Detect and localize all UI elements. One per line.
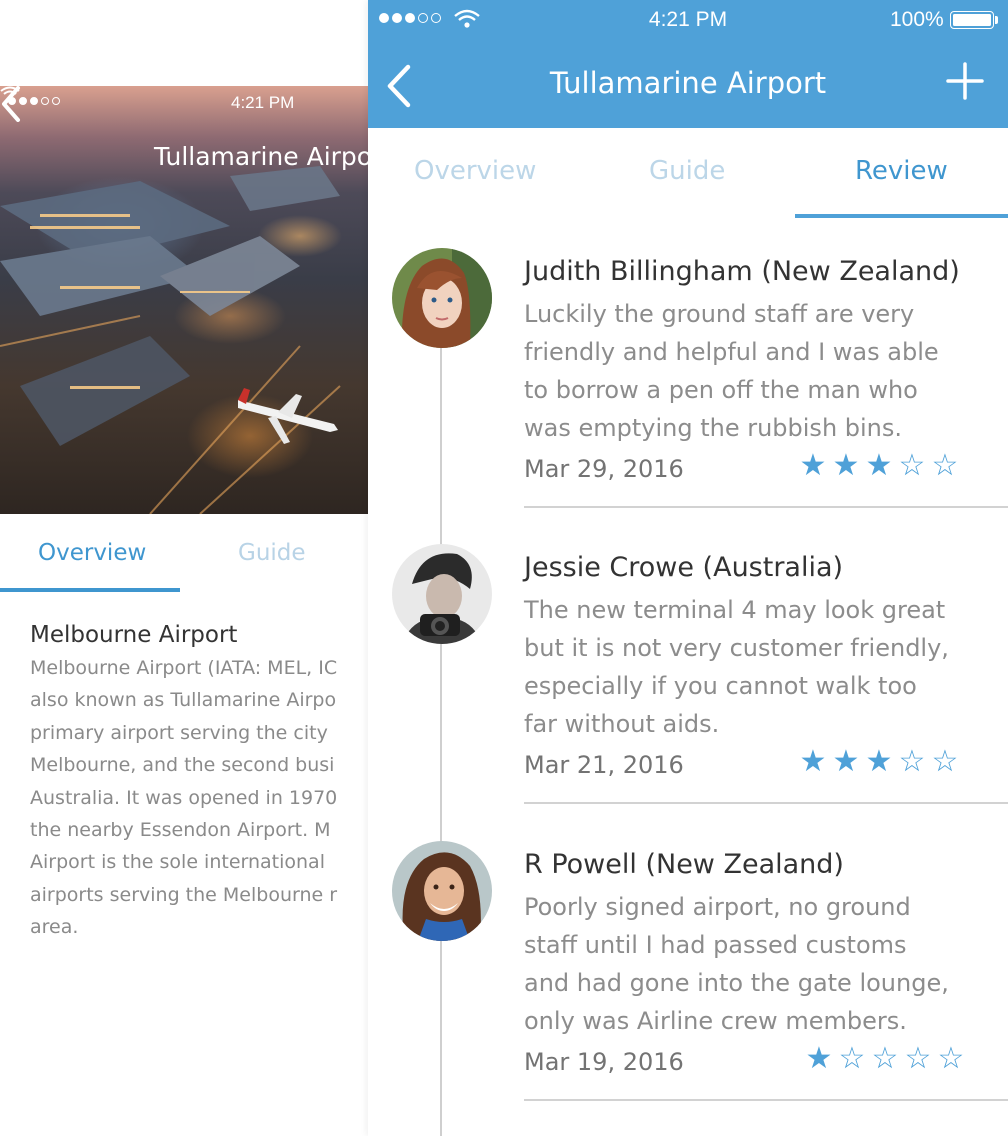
airport-hero-image: 4:21 PM Tullamarine Airport	[0, 86, 368, 514]
review-date: Mar 21, 2016	[524, 751, 684, 779]
star-rating: ★ ★ ★ ☆ ☆	[798, 747, 960, 777]
reviewer-name: Judith Billingham (New Zealand)	[524, 256, 960, 287]
tab-guide[interactable]: Guide	[238, 540, 306, 566]
tab-review[interactable]: Review	[855, 156, 948, 186]
avatar[interactable]	[392, 248, 492, 348]
tab-overview[interactable]: Overview	[38, 540, 146, 566]
star-filled-icon: ★	[832, 744, 860, 779]
star-filled-icon: ★	[865, 448, 893, 483]
review-date: Mar 29, 2016	[524, 455, 684, 483]
navigation-bar: 4:21 PM 100% Tullamarine Airport	[368, 0, 1008, 128]
overview-description: Melbourne Airport (IATA: MEL, IC also kn…	[30, 657, 338, 939]
star-filled-icon: ★	[832, 448, 860, 483]
review-text: The new terminal 4 may look great but it…	[524, 596, 949, 738]
star-empty-icon: ☆	[898, 744, 926, 779]
star-empty-icon: ☆	[931, 744, 959, 779]
divider	[524, 506, 1008, 508]
tab-bar: Overview Guide Review	[368, 128, 1008, 220]
nav-title: Tullamarine Airport	[549, 66, 827, 100]
avatar[interactable]	[392, 544, 492, 644]
review-item: Jessie Crowe (Australia) The new termina…	[368, 544, 1008, 804]
battery-icon	[950, 11, 994, 29]
review-item: R Powell (New Zealand) Poorly signed air…	[368, 841, 1008, 1101]
plus-icon[interactable]	[946, 62, 984, 100]
active-tab-indicator	[0, 588, 180, 592]
review-item: Judith Billingham (New Zealand) Luckily …	[368, 248, 1008, 508]
star-empty-icon: ☆	[871, 1041, 899, 1076]
status-time: 4:21 PM	[231, 93, 295, 112]
status-bar: 4:21 PM	[0, 86, 368, 118]
tab-bar: Overview Guide	[0, 514, 368, 594]
star-filled-icon: ★	[799, 744, 827, 779]
star-empty-icon: ☆	[898, 448, 926, 483]
divider	[524, 1099, 1008, 1101]
nav-title: Tullamarine Airport	[154, 142, 368, 171]
star-filled-icon: ★	[865, 744, 893, 779]
star-empty-icon: ☆	[931, 448, 959, 483]
star-filled-icon: ★	[799, 448, 827, 483]
back-icon[interactable]	[0, 86, 22, 122]
review-date: Mar 19, 2016	[524, 1048, 684, 1076]
divider	[524, 802, 1008, 804]
battery-tip	[995, 16, 998, 24]
background-screen: 4:21 PM Tullamarine Airport Overview Gui…	[0, 86, 368, 1136]
reviewer-name: Jessie Crowe (Australia)	[524, 552, 844, 583]
star-rating: ★ ★ ★ ☆ ☆	[798, 451, 960, 481]
star-rating: ★ ☆ ☆ ☆ ☆	[804, 1044, 966, 1074]
overview-content: Melbourne Airport Melbourne Airport (IAT…	[30, 622, 368, 944]
active-tab-indicator	[795, 214, 1008, 218]
reviewer-name: R Powell (New Zealand)	[524, 849, 844, 880]
review-text: Luckily the ground staff are very friend…	[524, 300, 939, 442]
star-empty-icon: ☆	[937, 1041, 965, 1076]
review-text: Poorly signed airport, no ground staff u…	[524, 893, 949, 1035]
battery-percent: 100%	[890, 8, 944, 31]
tab-guide[interactable]: Guide	[649, 156, 725, 186]
tab-overview[interactable]: Overview	[414, 156, 536, 186]
star-filled-icon: ★	[805, 1041, 833, 1076]
avatar[interactable]	[392, 841, 492, 941]
review-screen: 4:21 PM 100% Tullamarine Airport Overvie…	[368, 0, 1008, 1136]
star-empty-icon: ☆	[904, 1041, 932, 1076]
overview-heading: Melbourne Airport	[30, 622, 238, 648]
star-empty-icon: ☆	[838, 1041, 866, 1076]
